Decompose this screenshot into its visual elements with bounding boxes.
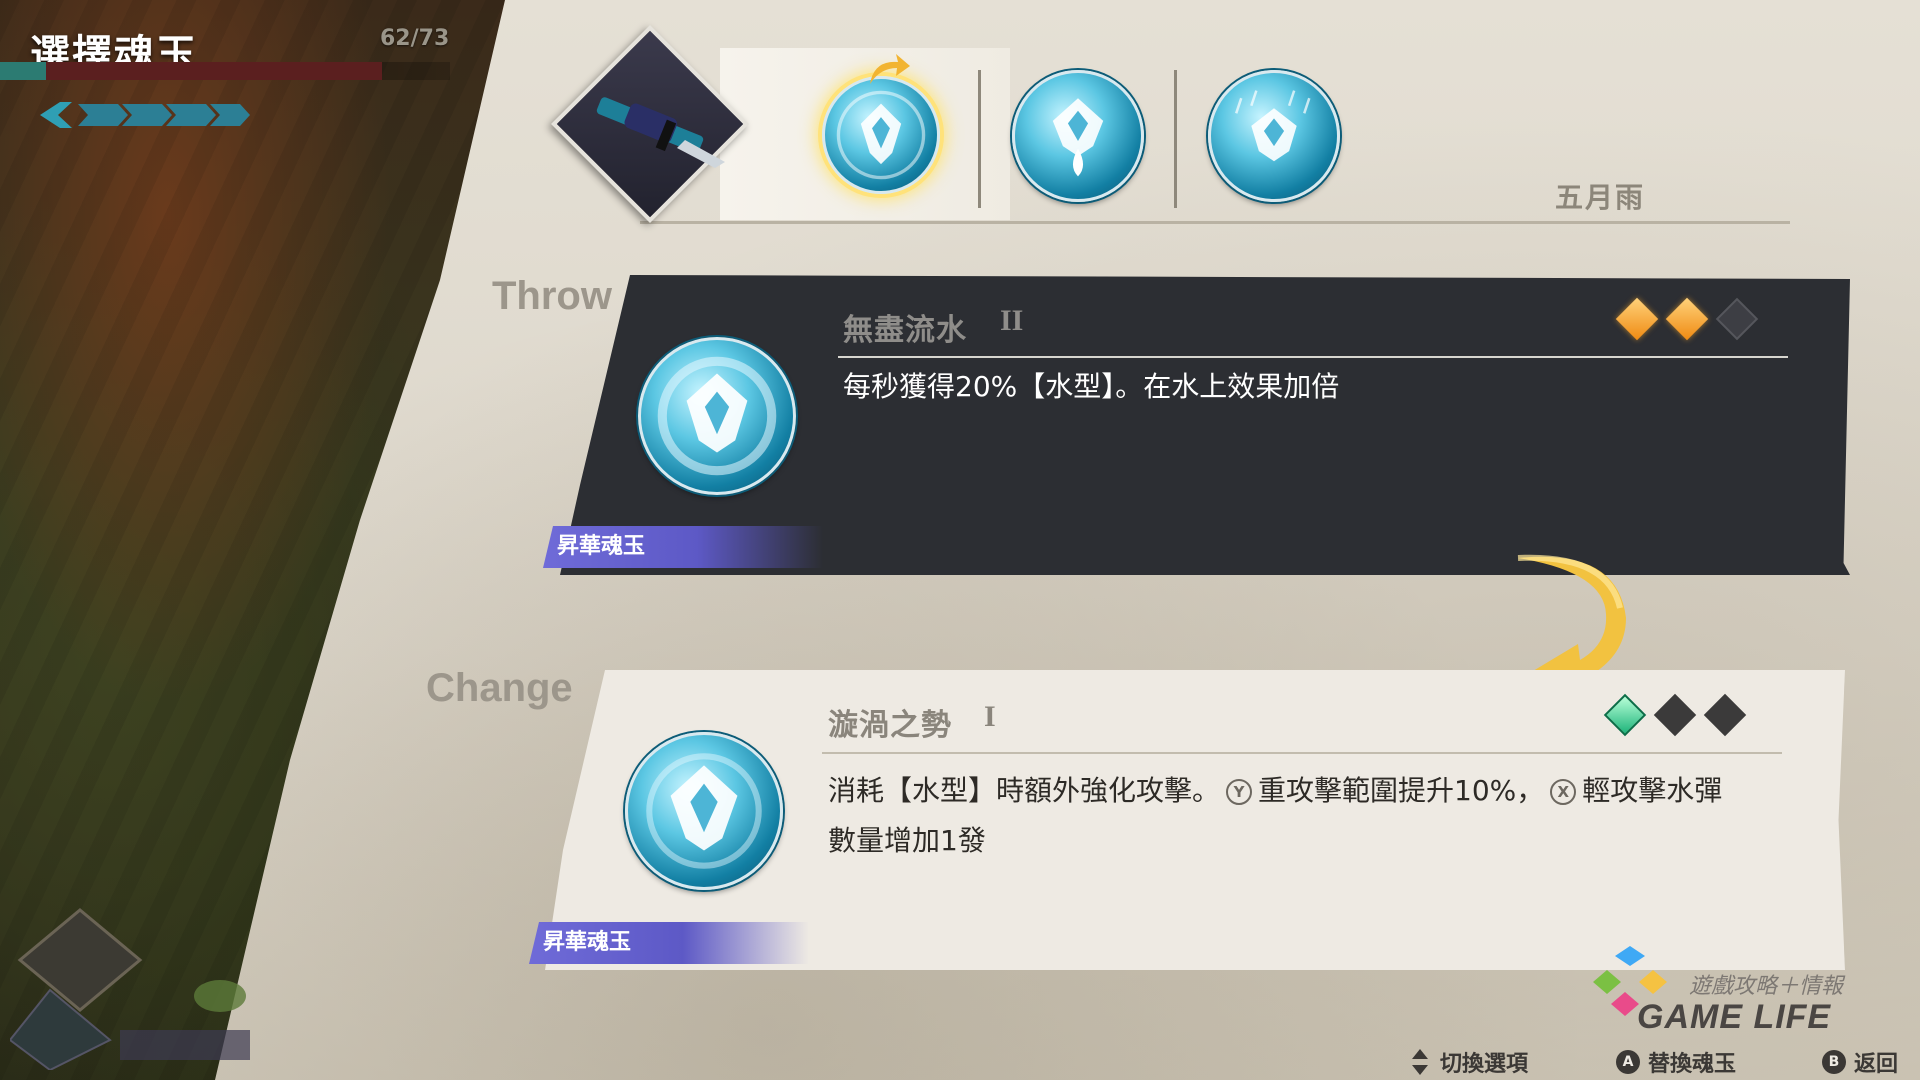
water-drop-orb-icon — [1052, 98, 1104, 177]
watermark: 遊戲攻略＋情報 GAME LIFE — [1585, 942, 1875, 1042]
sword-weapon-icon — [596, 97, 725, 168]
change-desc-part2: 重攻擊範圍提升10%， — [1258, 774, 1545, 807]
change-soul-level: I — [984, 700, 996, 733]
a-button-icon: A — [1616, 1050, 1640, 1074]
rank-gem-empty — [1715, 297, 1759, 341]
b-button-icon: B — [1822, 1050, 1846, 1074]
throw-divider — [838, 356, 1788, 358]
change-rank-gems — [1603, 693, 1747, 737]
switch-option-hint[interactable]: 切換選項 — [1410, 1046, 1528, 1078]
throw-soul-level: II — [1000, 304, 1024, 337]
slot-orb-rain[interactable] — [1208, 70, 1340, 202]
rank-gem-filled — [1665, 297, 1709, 341]
change-section-label: Change — [426, 666, 573, 710]
throw-soul-description: 每秒獲得20%【水型】。在水上效果加倍 — [843, 370, 1340, 403]
dpad-updown-icon — [1412, 1049, 1428, 1075]
back-hint[interactable]: B 返回 — [1822, 1046, 1898, 1078]
rank-gem-empty — [1653, 693, 1697, 737]
change-desc-part1: 消耗【水型】時額外強化攻擊。 — [828, 774, 1221, 807]
slot-orb-water-drop[interactable] — [1012, 70, 1144, 202]
rank-gem-filled — [1615, 297, 1659, 341]
change-soul-description: 消耗【水型】時額外強化攻擊。 Y 重攻擊範圍提升10%， X 輕攻擊水彈數量增加1發 — [828, 766, 1748, 866]
slot-divider — [1174, 70, 1177, 208]
back-label: 返回 — [1854, 1052, 1899, 1077]
whirlpool-orb-icon — [657, 356, 777, 476]
slot-name: 五月雨 — [1555, 181, 1646, 214]
replace-soul-hint[interactable]: A 替換魂玉 — [1616, 1046, 1736, 1078]
new-indicator-arrow-icon — [870, 54, 910, 84]
whirlpool-orb-icon — [836, 90, 926, 180]
watermark-title: GAME LIFE — [1637, 998, 1832, 1036]
throw-section-label: Throw — [492, 274, 612, 318]
throw-soul-name: 無盡流水 — [843, 313, 967, 348]
rain-orb-icon — [1235, 90, 1311, 162]
y-button-icon: Y — [1226, 779, 1253, 805]
change-divider — [822, 752, 1782, 754]
whirlpool-orb-icon — [646, 753, 762, 869]
throw-soul-orb — [638, 337, 796, 495]
rank-gem-empty — [1703, 693, 1747, 737]
hp-counter: 62/73 — [380, 26, 450, 51]
change-soul-name: 漩渦之勢 — [828, 708, 952, 743]
hp-bar-fill — [0, 62, 383, 80]
slot-divider — [978, 70, 981, 208]
watermark-subtitle: 遊戲攻略＋情報 — [1689, 974, 1844, 999]
change-rarity-tag: 昇華魂玉 — [529, 922, 809, 964]
equipment-thumbnail-icon — [10, 908, 250, 1070]
energy-gauge-icon — [40, 102, 250, 128]
change-soul-orb — [625, 732, 783, 890]
slot-orb-whirlpool[interactable] — [822, 76, 940, 194]
replace-soul-label: 替換魂玉 — [1648, 1052, 1737, 1077]
x-button-icon: X — [1550, 779, 1577, 805]
throw-rarity-tag: 昇華魂玉 — [543, 526, 823, 568]
switch-option-label: 切換選項 — [1440, 1052, 1529, 1077]
hp-bar — [0, 62, 450, 80]
throw-rank-gems — [1615, 297, 1759, 341]
rank-gem-filled — [1603, 693, 1647, 737]
